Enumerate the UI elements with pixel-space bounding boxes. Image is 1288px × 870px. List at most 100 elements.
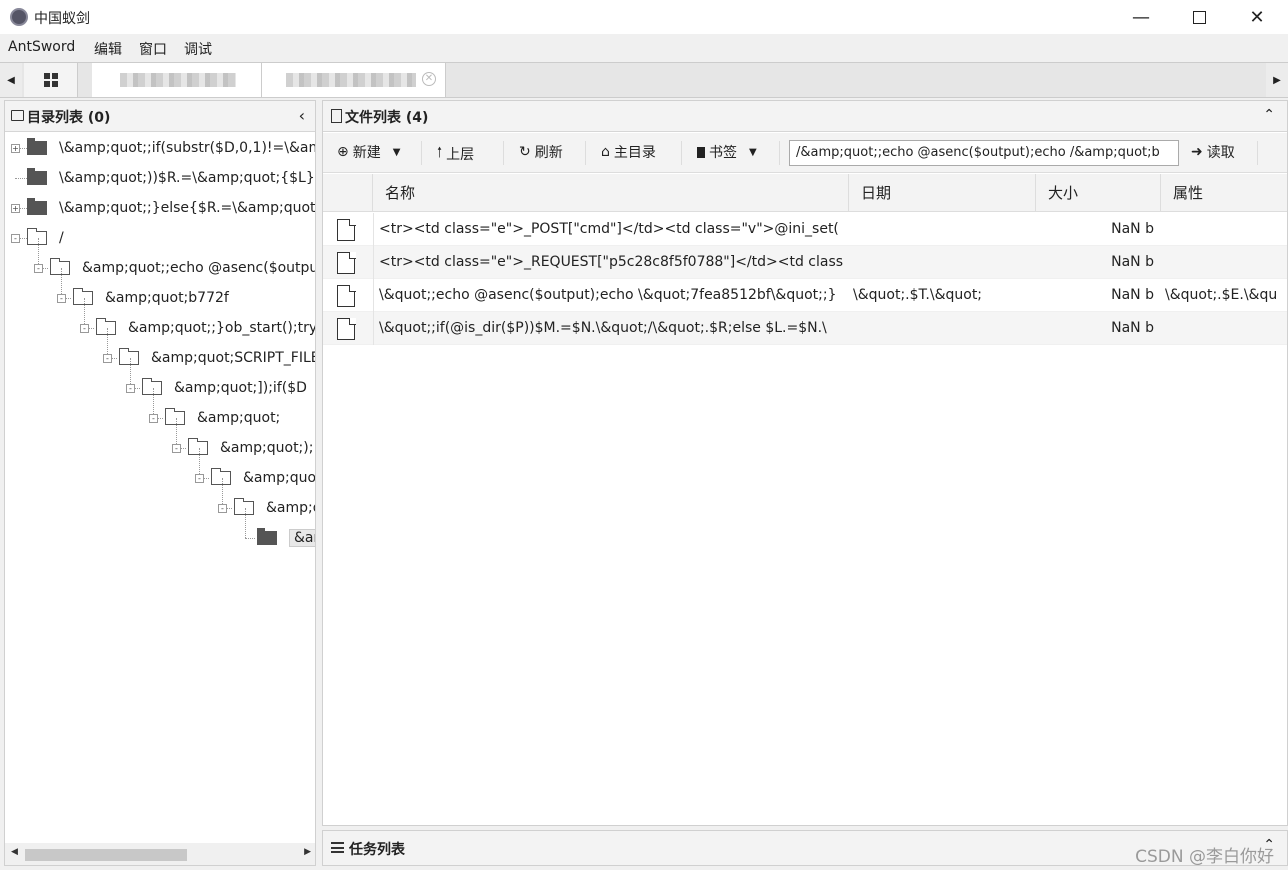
file-attr-cell xyxy=(1165,213,1287,246)
folder-filled-icon xyxy=(257,528,277,545)
horizontal-scrollbar[interactable]: ◀ ▶ xyxy=(5,843,315,865)
tree-connector xyxy=(245,508,246,538)
file-name-cell: \&quot;;echo @asenc($output);echo \&quot… xyxy=(379,287,837,303)
menu-bar: AntSword 编辑 窗口 调试 xyxy=(0,34,1288,62)
tab-bar: ◀ ✕ ▶ xyxy=(0,62,1288,98)
arrow-up-icon: 🠑 xyxy=(437,145,443,161)
app-window: 中国蚁剑 — ✕ AntSword 编辑 窗口 调试 ◀ ✕ ▶ 目录列表 (0… xyxy=(0,0,1288,870)
toolbar-separator xyxy=(421,141,422,165)
tree-node[interactable]: &amp;quot; xyxy=(257,523,315,553)
tree-collapse-icon[interactable]: - xyxy=(218,504,227,513)
tree-collapse-icon[interactable]: - xyxy=(103,354,112,363)
list-icon xyxy=(331,842,344,853)
menu-antsword[interactable]: AntSword xyxy=(8,39,75,55)
file-row[interactable]: <tr><td class="e">_REQUEST["p5c28c8f5f07… xyxy=(323,246,1287,279)
caret-down-icon: ▼ xyxy=(749,146,757,158)
col-name-header[interactable]: 名称 xyxy=(373,174,849,212)
collapse-left-icon[interactable]: ‹ xyxy=(299,106,305,125)
file-row[interactable]: <tr><td class="e">_POST["cmd"]</td><td c… xyxy=(323,213,1287,246)
tree-collapse-icon[interactable]: - xyxy=(195,474,204,483)
bookmark-button[interactable]: 书签 ▼ xyxy=(697,142,757,162)
tree-node[interactable]: &amp;quot;;echo @asenc($output) xyxy=(50,253,316,283)
tree-collapse-icon[interactable]: - xyxy=(11,234,20,243)
tree-node[interactable]: \&amp;quot;;}else{$R.=\&amp;quot; xyxy=(27,193,315,223)
row-divider xyxy=(373,213,374,246)
tree-node[interactable]: &amp;quot; xyxy=(211,463,315,493)
tree-node[interactable]: / xyxy=(27,223,64,253)
menu-edit[interactable]: 编辑 xyxy=(94,39,122,59)
folder-open-icon xyxy=(188,438,208,455)
file-date-cell xyxy=(853,312,1034,345)
file-outline-icon xyxy=(331,109,342,123)
file-icon xyxy=(337,317,356,340)
tree-node-label: &amp;quot;;}ob_start();try xyxy=(128,320,316,336)
file-attr-cell xyxy=(1165,312,1287,345)
file-size-cell: NaN b xyxy=(1111,254,1154,270)
tree-node-label: &amp;quot;b772f xyxy=(105,290,229,306)
grid-icon xyxy=(43,73,58,87)
folder-open-icon xyxy=(96,318,116,335)
tree-node[interactable]: \&amp;quot;;if(substr($D,0,1)!=\&amp;quo… xyxy=(27,133,315,163)
tree-node[interactable]: &amp;quot;SCRIPT_FILENAME xyxy=(119,343,315,373)
csdn-watermark: CSDN @李白你好 xyxy=(1135,847,1274,867)
file-icon xyxy=(337,251,356,274)
tree-expand-icon[interactable]: + xyxy=(11,144,20,153)
tab-scroll-left-icon[interactable]: ◀ xyxy=(0,63,22,97)
tab-shell-2[interactable]: ✕ xyxy=(262,63,446,97)
scrollbar-thumb[interactable] xyxy=(25,849,187,861)
tree-collapse-icon[interactable]: - xyxy=(34,264,43,273)
file-row[interactable]: \&quot;;echo @asenc($output);echo \&quot… xyxy=(323,279,1287,312)
tree-node[interactable]: &amp;quot; xyxy=(165,403,280,433)
toolbar-separator xyxy=(1257,141,1258,165)
tree-collapse-icon[interactable]: - xyxy=(172,444,181,453)
menu-debug[interactable]: 调试 xyxy=(184,39,212,59)
scroll-right-icon[interactable]: ▶ xyxy=(304,847,311,857)
tree-node[interactable]: &amp;quot;); xyxy=(188,433,313,463)
file-date-cell: \&quot;.$T.\&quot; xyxy=(853,287,983,303)
close-button[interactable]: ✕ xyxy=(1228,0,1286,34)
file-panel: 文件列表 (4) ⌃ ⊕ 新建 ▼ 🠑 上层 ↻ 刷新 ⌂ 主目录 书签 ▼ /… xyxy=(322,100,1288,826)
tab-close-icon[interactable]: ✕ xyxy=(422,72,436,86)
tree-collapse-icon[interactable]: - xyxy=(149,414,158,423)
file-row[interactable]: \&quot;;if(@is_dir($P))$M.=$N.\&quot;/\&… xyxy=(323,312,1287,345)
tree-node[interactable]: &amp;quot; xyxy=(234,493,315,523)
tree-node-label: &amp;quot;;echo @asenc($output) xyxy=(82,260,316,276)
tree-node[interactable]: \&amp;quot;))$R.=\&amp;quot;{$L} xyxy=(27,163,315,193)
minimize-button[interactable]: — xyxy=(1112,0,1170,34)
tree-node[interactable]: &amp;quot;b772f xyxy=(73,283,229,313)
file-toolbar: ⊕ 新建 ▼ 🠑 上层 ↻ 刷新 ⌂ 主目录 书签 ▼ /&amp;quot;;… xyxy=(323,133,1287,173)
collapse-up-icon[interactable]: ⌃ xyxy=(1263,107,1275,123)
tree-node-label: &amp;quot; xyxy=(289,529,315,547)
tree-collapse-icon[interactable]: - xyxy=(126,384,135,393)
col-attr-header[interactable]: 属性 xyxy=(1161,174,1287,212)
tree-expand-icon[interactable]: + xyxy=(11,204,20,213)
path-input[interactable]: /&amp;quot;;echo @asenc($output);echo /&… xyxy=(789,140,1179,166)
tab-scroll-right-icon[interactable]: ▶ xyxy=(1266,63,1288,97)
tree-node[interactable]: &amp;quot;]);if($D xyxy=(142,373,307,403)
antsword-logo-icon xyxy=(10,8,28,26)
menu-window[interactable]: 窗口 xyxy=(139,39,167,59)
tree-node-label: &amp;quot;SCRIPT_FILENAME xyxy=(151,350,315,366)
tree-collapse-icon[interactable]: - xyxy=(57,294,66,303)
folder-open-icon xyxy=(73,288,93,305)
tree-connector xyxy=(245,538,255,539)
tree-node-label: &amp;quot;); xyxy=(220,440,314,456)
row-divider xyxy=(373,312,374,345)
col-size-header[interactable]: 大小 xyxy=(1036,174,1161,212)
folder-filled-icon xyxy=(27,138,47,155)
refresh-button[interactable]: ↻ 刷新 xyxy=(519,142,563,162)
read-button[interactable]: ➜ 读取 xyxy=(1191,142,1235,162)
up-button[interactable]: 🠑 上层 xyxy=(437,142,474,166)
maximize-button[interactable] xyxy=(1170,0,1228,34)
scroll-left-icon[interactable]: ◀ xyxy=(11,847,18,857)
new-button[interactable]: ⊕ 新建 ▼ xyxy=(337,142,400,162)
file-size-cell: NaN b xyxy=(1111,320,1154,336)
tab-home[interactable] xyxy=(24,63,78,97)
tree-collapse-icon[interactable]: - xyxy=(80,324,89,333)
tree-node-label: \&amp;quot;))$R.=\&amp;quot;{$L} xyxy=(59,170,315,186)
col-date-header[interactable]: 日期 xyxy=(849,174,1036,212)
file-name-cell: <tr><td class="e">_REQUEST["p5c28c8f5f07… xyxy=(379,254,844,270)
tab-shell-1[interactable] xyxy=(92,63,262,97)
home-button[interactable]: ⌂ 主目录 xyxy=(601,142,656,162)
tree-node[interactable]: &amp;quot;;}ob_start();try xyxy=(96,313,316,343)
